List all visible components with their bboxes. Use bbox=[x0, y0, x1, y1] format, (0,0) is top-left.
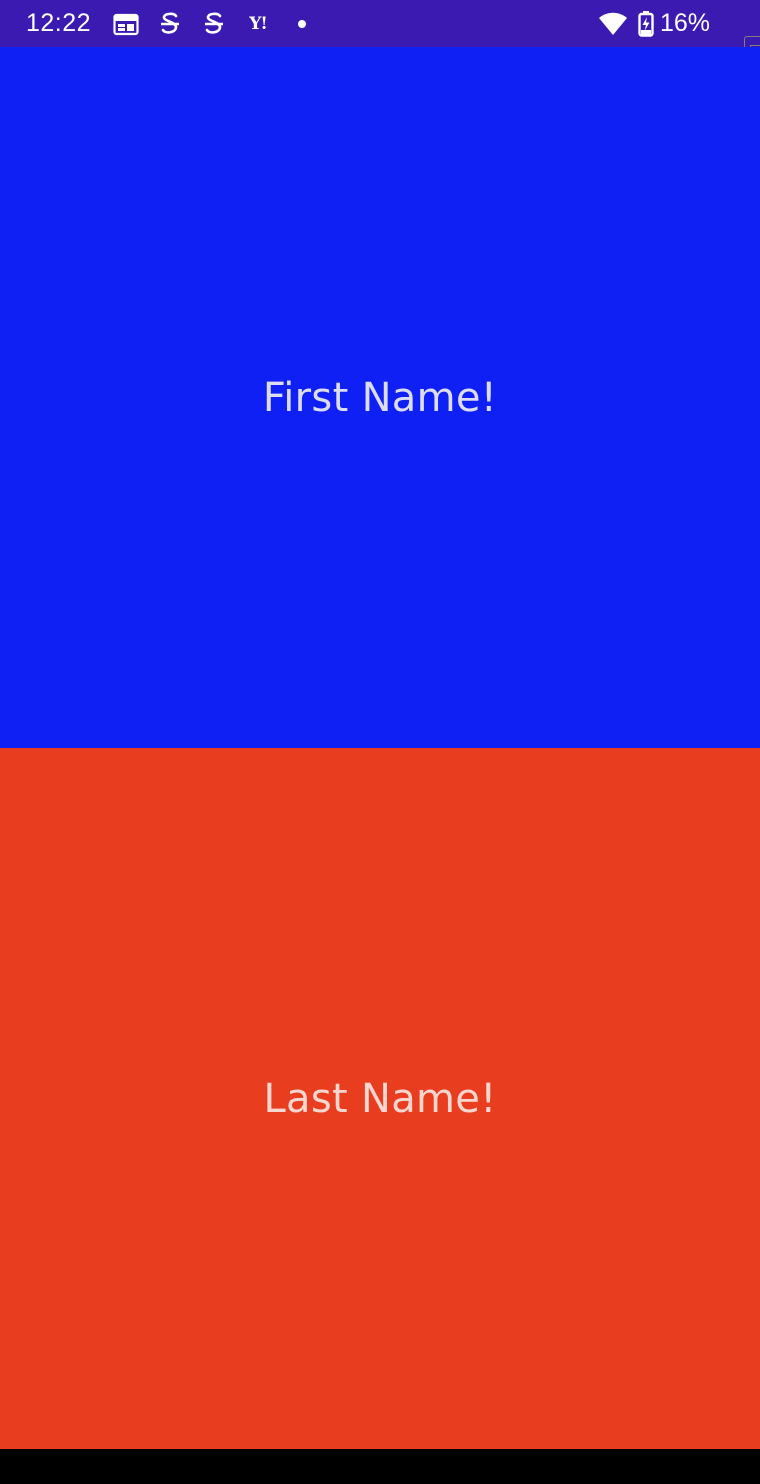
more-notifications-dot-icon bbox=[287, 9, 317, 39]
s-app-icon bbox=[199, 9, 229, 39]
last-name-label: Last Name! bbox=[263, 1075, 497, 1122]
s-app-icon bbox=[155, 9, 185, 39]
yahoo-icon: Y! bbox=[243, 9, 273, 39]
first-name-label: First Name! bbox=[262, 374, 498, 421]
status-bar: 12:22 Y! 16% bbox=[0, 0, 760, 47]
last-name-panel: Last Name! bbox=[0, 748, 760, 1449]
status-bar-right: 16% bbox=[598, 0, 710, 47]
app-screen: 12:22 Y! 16% First Name! Last Name! bbox=[0, 0, 760, 1484]
status-clock: 12:22 bbox=[26, 9, 92, 37]
first-name-panel: First Name! bbox=[0, 47, 760, 748]
navigation-bar bbox=[0, 1449, 760, 1484]
calendar-icon bbox=[111, 9, 141, 39]
wifi-icon bbox=[598, 12, 628, 36]
status-bar-left: 12:22 Y! bbox=[26, 0, 331, 47]
battery-percentage: 16% bbox=[659, 9, 710, 37]
yahoo-icon-label: Y! bbox=[249, 13, 268, 34]
battery-charging-icon bbox=[638, 10, 654, 37]
